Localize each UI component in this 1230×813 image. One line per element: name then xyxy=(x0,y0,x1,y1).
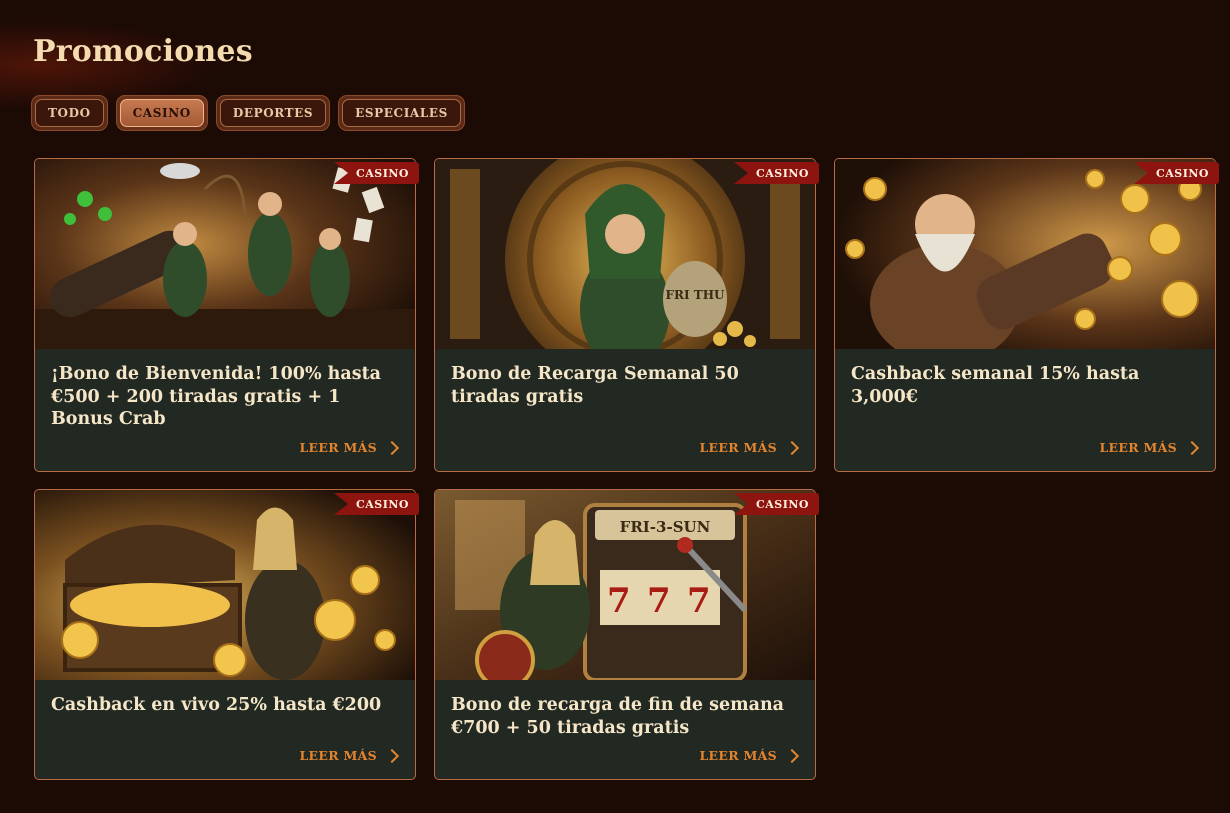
promo-title: Bono de recarga de fin de semana €700 + … xyxy=(451,695,785,738)
promo-card-weekend-reload[interactable]: CASINO FRI-3-SUN 777 Bono de recarga de … xyxy=(434,489,819,780)
read-more-link[interactable]: LEER MÁS xyxy=(299,440,400,456)
archers-cannon-illustration xyxy=(35,159,415,349)
chevron-right-icon xyxy=(384,748,400,764)
promo-title: Cashback semanal 15% hasta 3,000€ xyxy=(851,364,1140,407)
tab-deportes[interactable]: DEPORTES xyxy=(215,95,331,131)
promo-card-welcome-bonus[interactable]: CASINO ¡Bono de Bienvenida! 100% hasta €… xyxy=(34,158,419,472)
read-more-label: LEER MÁS xyxy=(699,440,777,455)
read-more-label: LEER MÁS xyxy=(299,748,377,763)
svg-text:7: 7 xyxy=(687,581,711,621)
tab-casino-label: CASINO xyxy=(119,99,204,127)
read-more-link[interactable]: LEER MÁS xyxy=(1099,440,1200,456)
svg-text:7: 7 xyxy=(607,581,631,621)
tab-especiales-label: ESPECIALES xyxy=(342,99,461,127)
read-more-label: LEER MÁS xyxy=(1099,440,1177,455)
promo-title: ¡Bono de Bienvenida! 100% hasta €500 + 2… xyxy=(51,364,382,429)
promo-title: Cashback en vivo 25% hasta €200 xyxy=(51,695,382,715)
promo-title: Bono de Recarga Semanal 50 tiradas grati… xyxy=(451,364,739,407)
slot-machine-elf-illustration: FRI-3-SUN 777 xyxy=(435,490,815,680)
dwarf-coin-cannon-illustration xyxy=(835,159,1215,349)
slot-machine-sign: FRI-3-SUN xyxy=(620,518,711,536)
page-title: Promociones xyxy=(33,34,253,69)
chevron-right-icon xyxy=(1184,440,1200,456)
chevron-right-icon xyxy=(784,440,800,456)
svg-text:7: 7 xyxy=(647,581,671,621)
vault-archer-illustration: FRI THU xyxy=(435,159,815,349)
read-more-link[interactable]: LEER MÁS xyxy=(699,440,800,456)
read-more-link[interactable]: LEER MÁS xyxy=(299,748,400,764)
tab-todo[interactable]: TODO xyxy=(31,95,108,131)
read-more-label: LEER MÁS xyxy=(299,440,377,455)
tab-deportes-label: DEPORTES xyxy=(219,99,327,127)
tab-especiales[interactable]: ESPECIALES xyxy=(338,95,465,131)
tab-todo-label: TODO xyxy=(35,99,104,127)
tab-casino[interactable]: CASINO xyxy=(115,95,208,131)
money-bag-label: FRI THU xyxy=(665,288,725,302)
chevron-right-icon xyxy=(784,748,800,764)
chevron-right-icon xyxy=(384,440,400,456)
promo-card-live-cashback[interactable]: CASINO Cashback en vivo 25% hasta €200 L… xyxy=(34,489,419,780)
filter-tabs: TODO CASINO DEPORTES ESPECIALES xyxy=(31,95,465,131)
read-more-link[interactable]: LEER MÁS xyxy=(699,748,800,764)
promo-card-weekly-reload[interactable]: CASINO FRI THU Bono de Recarga Semanal 5… xyxy=(434,158,819,472)
promo-card-weekly-cashback[interactable]: CASINO Cashback semanal 15% hasta 3,000€… xyxy=(834,158,1219,472)
read-more-label: LEER MÁS xyxy=(699,748,777,763)
treasure-chest-elf-illustration xyxy=(35,490,415,680)
